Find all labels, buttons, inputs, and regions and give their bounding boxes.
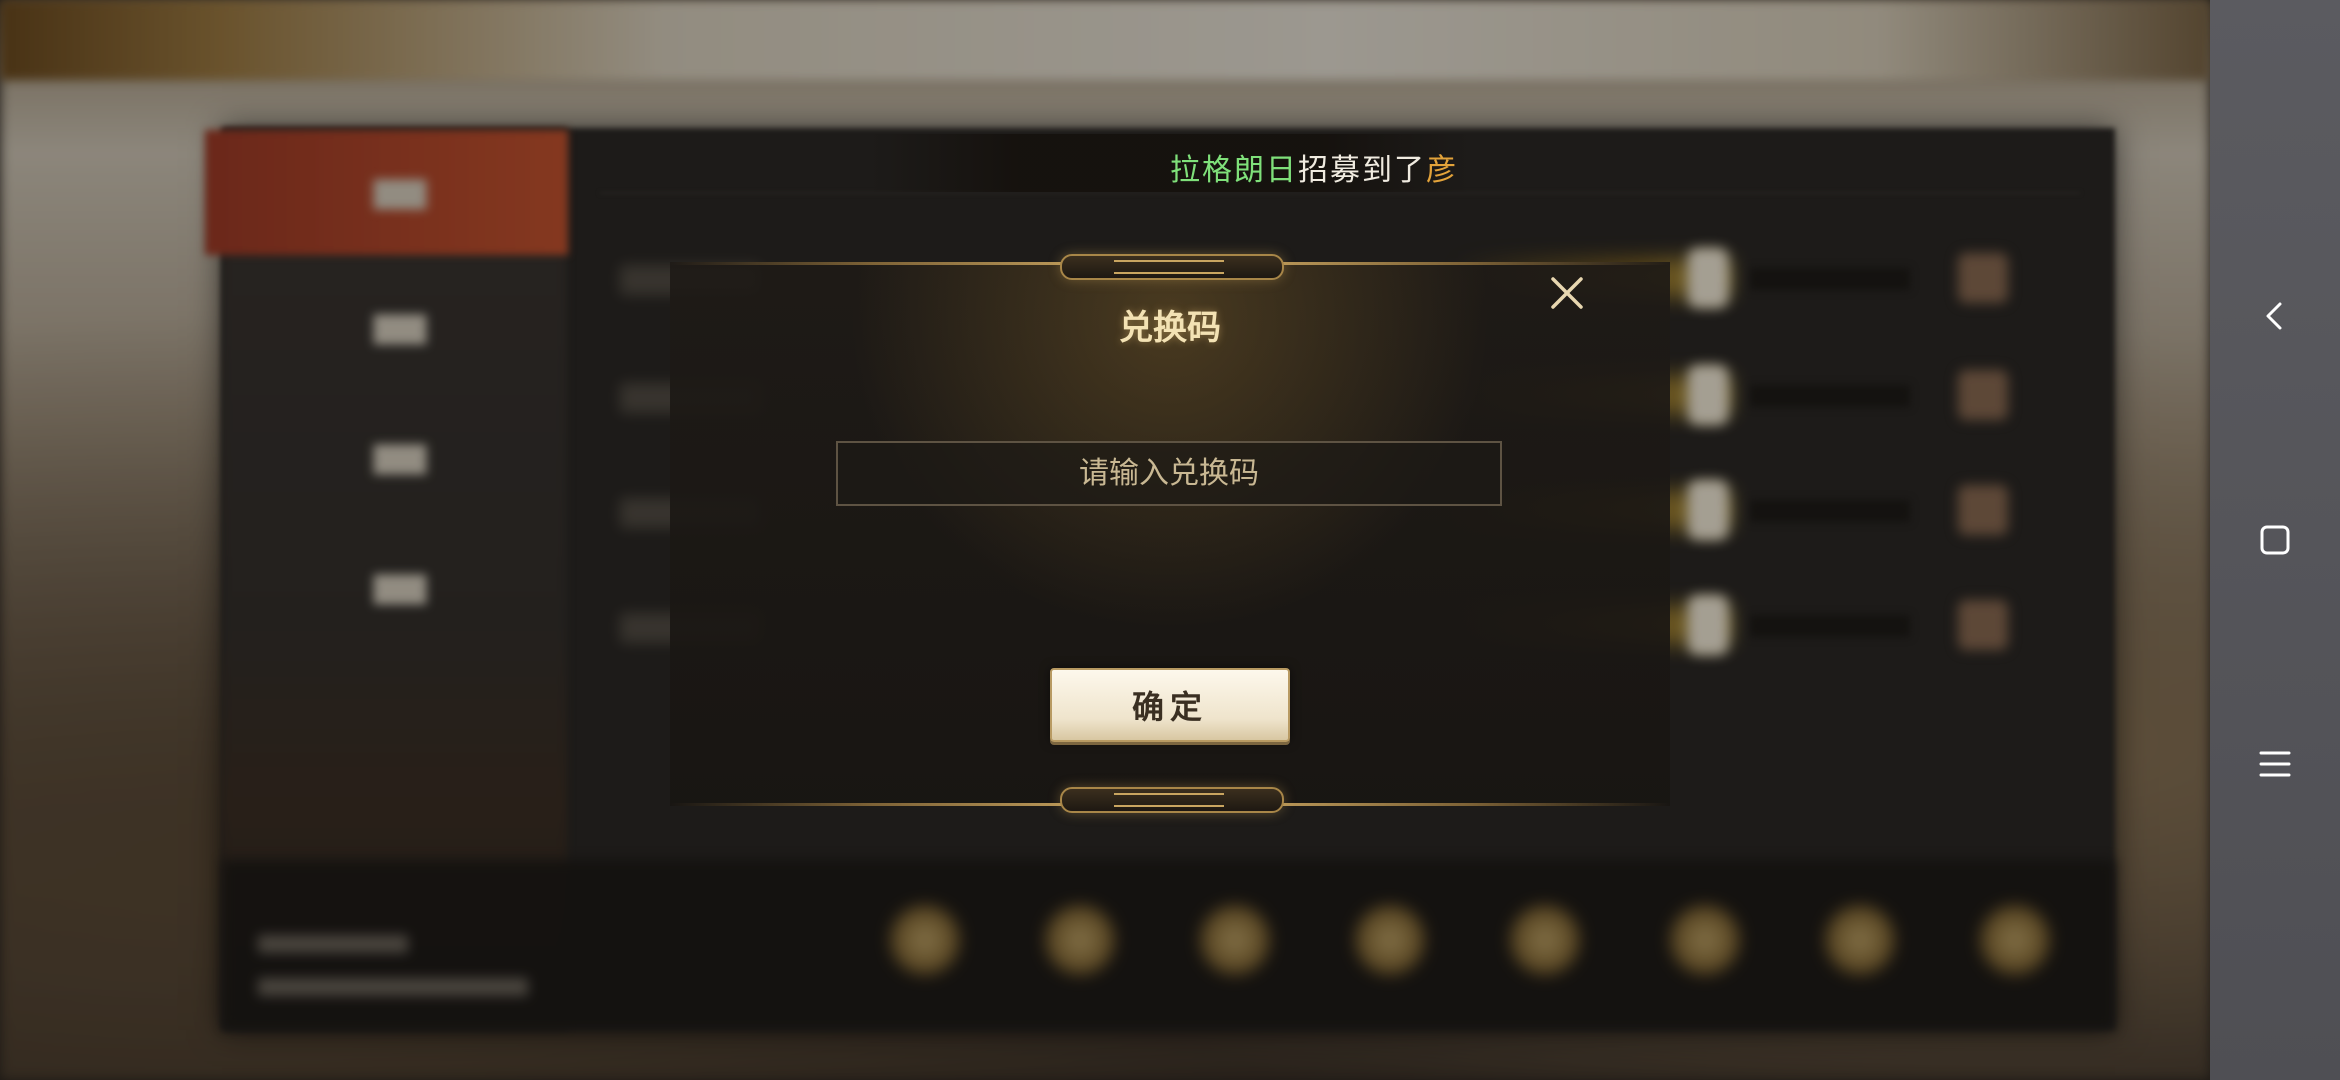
dialog-title: 兑换码 — [1119, 308, 1221, 348]
nav-menu-button[interactable] — [2245, 734, 2305, 794]
notice-banner-text: 拉格朗日招募到了彦 — [1170, 145, 1458, 189]
notice-hero-name: 彦 — [1426, 153, 1458, 188]
notice-player-name: 拉格朗日 — [1170, 153, 1298, 188]
notice-message: 招募到了 — [1298, 153, 1426, 188]
menu-icon — [2259, 751, 2291, 777]
redeem-code-input[interactable] — [836, 441, 1502, 506]
back-icon — [2266, 302, 2282, 330]
confirm-button[interactable]: 确定 — [1050, 668, 1290, 742]
close-icon — [1551, 277, 1583, 309]
dialog-top-ornament — [1060, 254, 1284, 280]
home-icon — [2260, 525, 2290, 555]
nav-home-button[interactable] — [2245, 510, 2305, 570]
nav-back-button[interactable] — [2245, 286, 2305, 346]
dialog-bottom-ornament — [1060, 787, 1284, 813]
close-button[interactable] — [1542, 268, 1592, 318]
